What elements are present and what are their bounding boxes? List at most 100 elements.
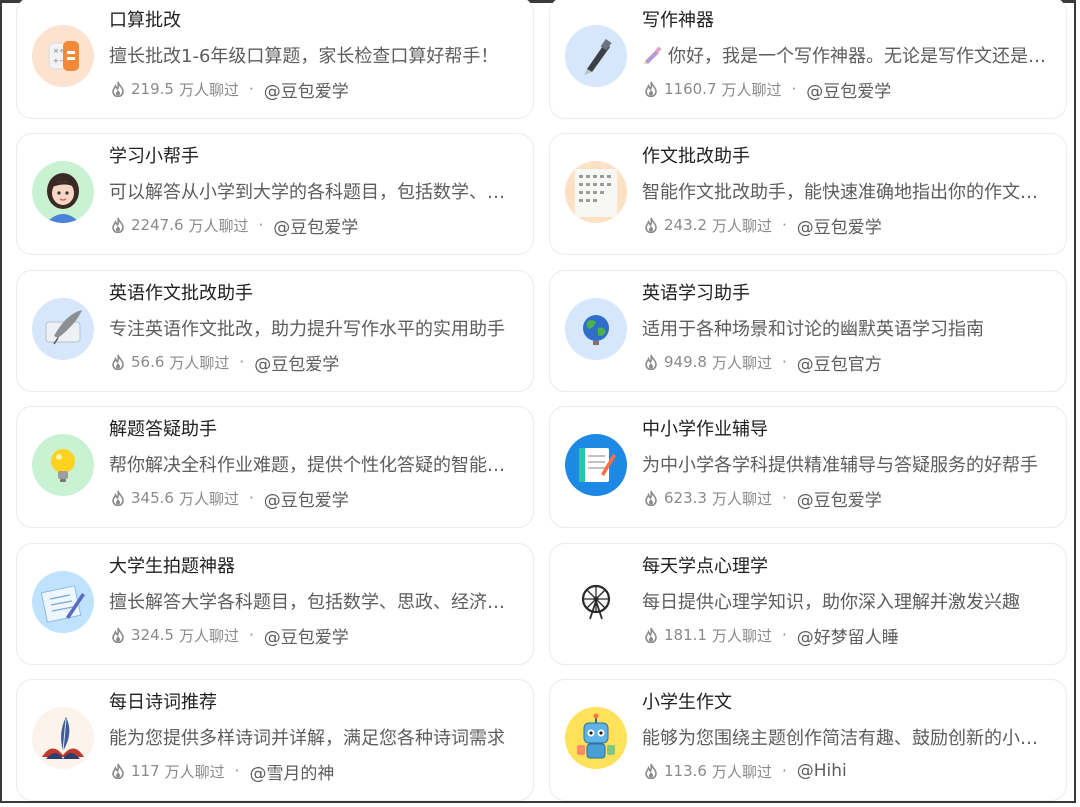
bot-meta: 324.5 万人聊过 · @豆包爱学 — [111, 623, 349, 648]
bot-author[interactable]: @豆包官方 — [797, 350, 882, 375]
bot-card-paiti[interactable]: 大学生拍题神器 擅长解答大学各科题目，包括数学、思政、经济… 324.5 万人聊… — [16, 543, 534, 665]
bot-card-xiezuo[interactable]: 写作神器 你好，我是一个写作神器。无论是写作文还是… 1160.7 万人聊过 ·… — [549, 0, 1067, 119]
fire-icon — [645, 763, 657, 779]
bot-card-xinlixue[interactable]: 每天学点心理学 每日提供心理学知识，助你深入理解并激发兴趣 181.1 万人聊过… — [549, 543, 1067, 665]
bot-author[interactable]: @豆包爱学 — [254, 350, 339, 375]
bot-card-xiaoxuesheng-zuowen[interactable]: 小学生作文 能够为您围绕主题创作简洁有趣、鼓励创新的小学… 113.6 万人聊过… — [549, 679, 1067, 801]
separator-dot: · — [781, 216, 787, 234]
fire-icon — [645, 627, 657, 643]
bot-description: 帮你解决全科作业难题，提供个性化答疑的智能辅… — [109, 455, 521, 476]
separator-dot: · — [781, 353, 787, 371]
chat-count-unit: 万人聊过 — [711, 626, 772, 645]
separator-dot: · — [248, 80, 254, 98]
bot-description: 你好，我是一个写作神器。无论是写作文还是… — [642, 42, 1054, 68]
fire-icon — [112, 81, 124, 97]
bot-author[interactable]: @豆包爱学 — [797, 213, 882, 238]
bot-description: 能够为您围绕主题创作简洁有趣、鼓励创新的小学… — [642, 728, 1054, 749]
chat-count-unit: 万人聊过 — [178, 80, 239, 99]
bot-meta: 345.6 万人聊过 · @豆包爱学 — [111, 486, 349, 511]
fire-icon — [645, 354, 657, 370]
separator-dot: · — [234, 762, 240, 780]
bot-title: 大学生拍题神器 — [109, 556, 235, 577]
bot-card-zuowen-pigai[interactable]: 作文批改助手 智能作文批改助手，能快速准确地指出你的作文问… 243.2 万人聊… — [549, 133, 1067, 255]
bot-author[interactable]: @豆包爱学 — [797, 486, 882, 511]
calculator-icon: ×÷ +− — [32, 25, 94, 87]
fire-icon — [112, 490, 124, 506]
bot-meta: 113.6 万人聊过 · @Hihi — [644, 760, 847, 782]
exam-paper-icon — [32, 571, 94, 633]
separator-dot: · — [781, 626, 787, 644]
bot-title: 英语作文批改助手 — [109, 283, 253, 304]
bot-author[interactable]: @豆包爱学 — [806, 77, 891, 102]
separator-dot: · — [248, 489, 254, 507]
chat-count-unit: 万人聊过 — [188, 216, 249, 235]
bot-title: 口算批改 — [109, 10, 181, 31]
fire-icon — [645, 217, 657, 233]
bot-description: 智能作文批改助手，能快速准确地指出你的作文问… — [642, 182, 1054, 203]
bot-description: 每日提供心理学知识，助你深入理解并激发兴趣 — [642, 592, 1020, 613]
bot-description: 擅长批改1-6年级口算题，家长检查口算好帮手！ — [109, 46, 499, 67]
globe-icon — [565, 298, 627, 360]
fire-icon — [112, 763, 124, 779]
pencil-emoji-icon — [644, 46, 662, 64]
bot-card-kousuan[interactable]: ×÷ +− 口算批改 擅长批改1-6年级口算题，家长检查口算好帮手！ 219.5… — [16, 0, 534, 119]
bot-card-english-essay[interactable]: 英语作文批改助手 专注英语作文批改，助力提升写作水平的实用助手 56.6 万人聊… — [16, 270, 534, 392]
bot-description: 能为您提供多样诗词并详解，满足您各种诗词需求 — [109, 728, 505, 749]
bot-card-english-study[interactable]: 英语学习助手 适用于各种场景和讨论的幽默英语学习指南 949.8 万人聊过 · … — [549, 270, 1067, 392]
bot-title: 每日诗词推荐 — [109, 692, 217, 713]
separator-dot: · — [791, 80, 797, 98]
bot-meta: 1160.7 万人聊过 · @豆包爱学 — [644, 77, 891, 102]
chat-count-unit: 万人聊过 — [711, 489, 772, 508]
lightbulb-icon — [32, 434, 94, 496]
feather-icon — [32, 707, 94, 769]
fire-icon — [645, 81, 657, 97]
bot-meta: 623.3 万人聊过 · @豆包爱学 — [644, 486, 882, 511]
bot-meta: 219.5 万人聊过 · @豆包爱学 — [111, 77, 349, 102]
bot-card-xuexi[interactable]: 学习小帮手 可以解答从小学到大学的各科题目，包括数学、语… 2247.6 万人聊… — [16, 133, 534, 255]
fountain-pen-icon — [565, 25, 627, 87]
bot-title: 解题答疑助手 — [109, 419, 217, 440]
bot-description: 为中小学各学科提供精准辅导与答疑服务的好帮手 — [642, 455, 1038, 476]
bot-card-grid: ×÷ +− 口算批改 擅长批改1-6年级口算题，家长检查口算好帮手！ 219.5… — [0, 0, 1080, 807]
separator-dot: · — [239, 353, 245, 371]
bot-author[interactable]: @豆包爱学 — [264, 623, 349, 648]
chat-count: 623.3 — [664, 489, 707, 507]
bot-card-shici[interactable]: 每日诗词推荐 能为您提供多样诗词并详解，满足您各种诗词需求 117 万人聊过 ·… — [16, 679, 534, 801]
chat-count-unit: 万人聊过 — [169, 353, 230, 372]
bot-author[interactable]: @雪月的神 — [249, 759, 334, 784]
bot-author[interactable]: @好梦留人睡 — [797, 623, 899, 648]
notebook-icon — [565, 434, 627, 496]
bot-description: 可以解答从小学到大学的各科题目，包括数学、语… — [109, 182, 521, 203]
fire-icon — [112, 217, 124, 233]
bot-card-zuoye-fudao[interactable]: 中小学作业辅导 为中小学各学科提供精准辅导与答疑服务的好帮手 623.3 万人聊… — [549, 406, 1067, 528]
chat-count: 949.8 — [664, 353, 707, 371]
bot-author[interactable]: @豆包爱学 — [264, 486, 349, 511]
bot-title: 中小学作业辅导 — [642, 419, 768, 440]
bot-author[interactable]: @豆包爱学 — [264, 77, 349, 102]
bot-meta: 243.2 万人聊过 · @豆包爱学 — [644, 213, 882, 238]
chat-count: 219.5 — [131, 80, 174, 98]
chat-count: 113.6 — [664, 762, 707, 780]
girl-avatar-icon — [32, 161, 94, 223]
chat-count: 1160.7 — [664, 80, 717, 98]
bot-author[interactable]: @豆包爱学 — [273, 213, 358, 238]
bot-title: 学习小帮手 — [109, 146, 199, 167]
essay-paper-icon — [565, 161, 627, 223]
bot-author[interactable]: @Hihi — [797, 761, 847, 781]
chat-count: 56.6 — [131, 353, 165, 371]
bot-description: 专注英语作文批改，助力提升写作水平的实用助手 — [109, 319, 505, 340]
chat-count-unit: 万人聊过 — [711, 216, 772, 235]
quill-scroll-icon — [32, 298, 94, 360]
bot-meta: 56.6 万人聊过 · @豆包爱学 — [111, 350, 339, 375]
chat-count: 324.5 — [131, 626, 174, 644]
separator-dot: · — [258, 216, 264, 234]
bot-description: 适用于各种场景和讨论的幽默英语学习指南 — [642, 319, 984, 340]
chat-count: 117 — [131, 762, 160, 780]
separator-dot: · — [248, 626, 254, 644]
chat-count: 345.6 — [131, 489, 174, 507]
bot-title: 每天学点心理学 — [642, 556, 768, 577]
chat-count-unit: 万人聊过 — [711, 762, 772, 781]
bot-card-jieti[interactable]: 解题答疑助手 帮你解决全科作业难题，提供个性化答疑的智能辅… 345.6 万人聊… — [16, 406, 534, 528]
fire-icon — [112, 627, 124, 643]
chat-count-unit: 万人聊过 — [721, 80, 782, 99]
